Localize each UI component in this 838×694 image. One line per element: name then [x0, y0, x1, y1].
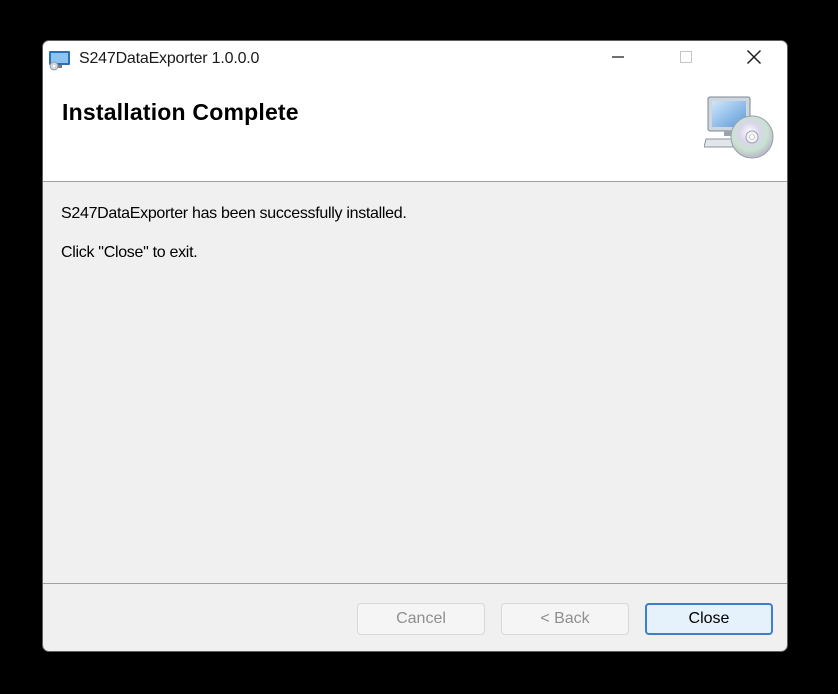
installer-window: S247DataExporter 1.0.0.0 Installation Co…: [42, 40, 788, 652]
close-window-button[interactable]: [731, 41, 777, 77]
maximize-button[interactable]: [663, 41, 709, 77]
cancel-button[interactable]: Cancel: [357, 603, 485, 635]
installer-app-icon: [48, 49, 72, 71]
exit-instruction: Click "Close" to exit.: [61, 244, 198, 261]
wizard-header: Installation Complete: [43, 81, 787, 182]
footer-divider: [43, 583, 787, 584]
maximize-icon: [678, 49, 694, 70]
title-bar[interactable]: S247DataExporter 1.0.0.0: [43, 41, 787, 81]
minimize-button[interactable]: [595, 41, 641, 77]
computer-cd-icon: [703, 95, 776, 161]
back-button[interactable]: < Back: [501, 603, 629, 635]
success-message: S247DataExporter has been successfully i…: [61, 205, 407, 222]
window-title: S247DataExporter 1.0.0.0: [79, 50, 260, 67]
close-button[interactable]: Close: [645, 603, 773, 635]
close-icon: [746, 49, 762, 70]
page-title: Installation Complete: [62, 99, 299, 125]
minimize-icon: [610, 49, 626, 70]
